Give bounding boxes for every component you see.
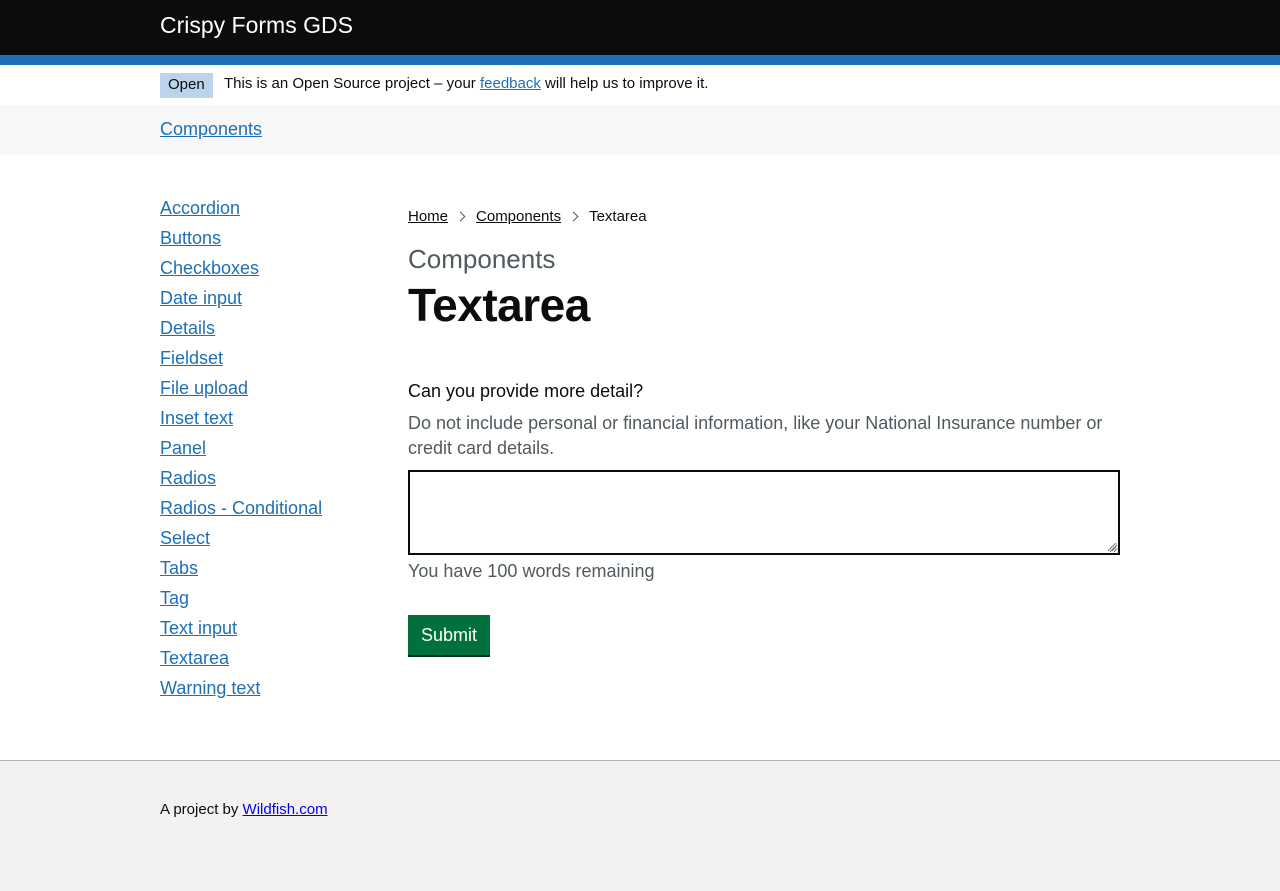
- detail-textarea[interactable]: [408, 470, 1120, 555]
- sidebar-item-text-input[interactable]: Text input: [160, 618, 237, 638]
- feedback-link[interactable]: feedback: [480, 75, 541, 92]
- page-title: Textarea: [408, 279, 590, 331]
- sidebar-item: Checkboxes: [160, 255, 380, 285]
- sidebar-item: Radios - Conditional: [160, 495, 380, 525]
- phase-tag: Open: [160, 73, 213, 98]
- subnav: Components: [0, 105, 1280, 155]
- wildfish-link[interactable]: Wildfish.com: [243, 801, 328, 818]
- breadcrumb-components-link[interactable]: Components: [476, 208, 561, 225]
- sidebar-item-date-input[interactable]: Date input: [160, 288, 242, 308]
- subnav-components-link[interactable]: Components: [160, 119, 262, 140]
- sidebar-item-panel[interactable]: Panel: [160, 438, 206, 458]
- sidebar-item: Warning text: [160, 675, 380, 705]
- sidebar-item-select[interactable]: Select: [160, 528, 210, 548]
- sidebar-item: Fieldset: [160, 345, 380, 375]
- chevron-right-icon: [568, 211, 579, 222]
- sidebar-item: Radios: [160, 465, 380, 495]
- sidebar-item: Text input: [160, 615, 380, 645]
- phase-banner-text: This is an Open Source project – your fe…: [224, 75, 708, 92]
- sidebar-item-radios[interactable]: Radios: [160, 468, 216, 488]
- breadcrumb: Home Components Textarea: [408, 208, 647, 225]
- sidebar-item: Date input: [160, 285, 380, 315]
- sidebar-item-fieldset[interactable]: Fieldset: [160, 348, 223, 368]
- sidebar-item: Details: [160, 315, 380, 345]
- sidebar-item: Accordion: [160, 195, 380, 225]
- footer-prefix: A project by: [160, 801, 243, 818]
- sidebar-item-radios-conditional[interactable]: Radios - Conditional: [160, 498, 322, 518]
- sidebar-item: Tag: [160, 585, 380, 615]
- sidebar-item-buttons[interactable]: Buttons: [160, 228, 221, 248]
- page-caption: Components: [408, 244, 556, 274]
- phase-text-before: This is an Open Source project – your: [224, 75, 480, 92]
- site-footer: A project by Wildfish.com: [0, 760, 1280, 891]
- chevron-right-icon: [455, 211, 466, 222]
- breadcrumb-home-link[interactable]: Home: [408, 208, 448, 225]
- sidebar-item: File upload: [160, 375, 380, 405]
- sidebar-item-tabs[interactable]: Tabs: [160, 558, 198, 578]
- sidebar-item: Tabs: [160, 555, 380, 585]
- sidebar-nav: Accordion Buttons Checkboxes Date input …: [160, 195, 380, 705]
- phase-banner: Open This is an Open Source project – yo…: [0, 65, 1280, 105]
- sidebar-item: Inset text: [160, 405, 380, 435]
- textarea-label: Can you provide more detail?: [408, 381, 644, 401]
- sidebar-item-tag[interactable]: Tag: [160, 588, 189, 608]
- sidebar-item-file-upload[interactable]: File upload: [160, 378, 248, 398]
- site-title-link[interactable]: Crispy Forms GDS: [160, 12, 353, 39]
- site-header: Crispy Forms GDS: [0, 0, 1280, 55]
- sidebar-item: Textarea: [160, 645, 380, 675]
- sidebar-item-checkboxes[interactable]: Checkboxes: [160, 258, 259, 278]
- sidebar-item: Panel: [160, 435, 380, 465]
- header-accent-bar: [0, 55, 1280, 65]
- sidebar-item-accordion[interactable]: Accordion: [160, 198, 240, 218]
- sidebar-item-details[interactable]: Details: [160, 318, 215, 338]
- textarea-hint: Do not include personal or financial inf…: [408, 413, 1103, 458]
- sidebar-item-inset-text[interactable]: Inset text: [160, 408, 233, 428]
- sidebar-item-textarea[interactable]: Textarea: [160, 648, 229, 668]
- sidebar-item: Buttons: [160, 225, 380, 255]
- sidebar-item-warning-text[interactable]: Warning text: [160, 678, 260, 698]
- word-count-message: You have 100 words remaining: [408, 561, 655, 581]
- sidebar-item: Select: [160, 525, 380, 555]
- submit-button[interactable]: Submit: [408, 615, 490, 655]
- footer-text: A project by Wildfish.com: [160, 801, 328, 818]
- breadcrumb-current: Textarea: [589, 208, 647, 225]
- phase-text-after: will help us to improve it.: [540, 75, 709, 92]
